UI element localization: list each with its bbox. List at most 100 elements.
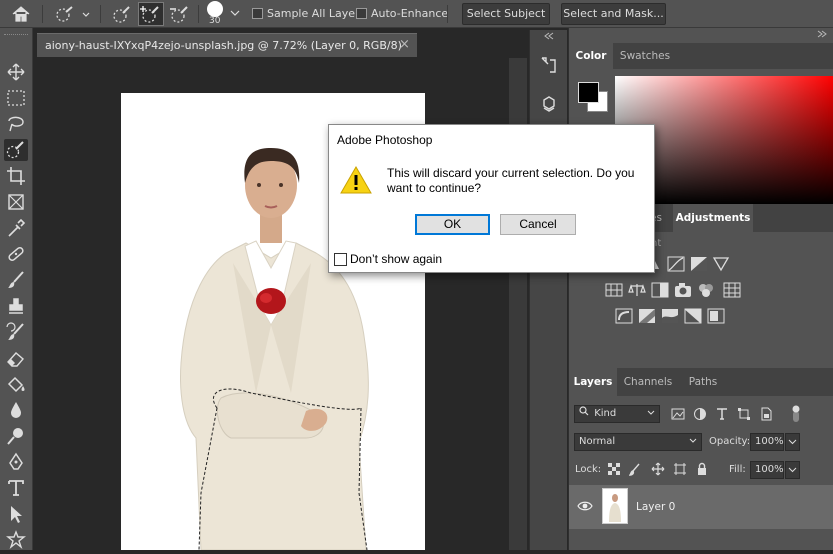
dialog-title: Adobe Photoshop xyxy=(337,133,433,147)
pen-tool-icon[interactable] xyxy=(4,451,28,473)
hue-saturation-icon[interactable] xyxy=(605,282,623,298)
lock-image-pixels-icon[interactable] xyxy=(628,462,643,476)
opacity-field[interactable]: 100% xyxy=(750,433,784,451)
gradient-triangle-icon[interactable] xyxy=(712,256,730,272)
options-bar: 30 Sample All Layers Auto-Enhance Select… xyxy=(0,0,833,28)
ok-button[interactable]: OK xyxy=(415,214,490,235)
brush-size-swatch[interactable] xyxy=(207,1,223,17)
lock-artboards-icon[interactable] xyxy=(673,462,687,476)
fill-value: 100% xyxy=(755,464,784,475)
select-and-mask-button[interactable]: Select and Mask... xyxy=(561,3,666,25)
frame-tool-icon[interactable] xyxy=(4,191,28,213)
tab-adjustments[interactable]: Adjustments xyxy=(673,204,753,232)
layer-name[interactable]: Layer 0 xyxy=(636,501,675,513)
filter-adjustment-layers-icon[interactable] xyxy=(693,407,707,421)
threshold-icon[interactable] xyxy=(661,308,679,324)
history-panel-icon[interactable] xyxy=(538,54,560,76)
add-to-selection-icon[interactable] xyxy=(138,2,164,26)
panel-grip-icon xyxy=(4,34,28,38)
auto-enhance-checkbox[interactable] xyxy=(356,8,367,19)
layer-thumbnail xyxy=(602,488,628,524)
cancel-button[interactable]: Cancel xyxy=(500,214,576,235)
color-lookup-icon[interactable] xyxy=(723,282,741,298)
crop-tool-icon[interactable] xyxy=(4,165,28,187)
fill-field[interactable]: 100% xyxy=(750,461,784,479)
visibility-eye-icon[interactable] xyxy=(577,499,593,513)
custom-shape-tool-icon[interactable] xyxy=(4,529,28,551)
brush-options-chevron-icon[interactable] xyxy=(229,8,241,18)
document-tab[interactable]: aiony-haust-IXYxqP4zejo-unsplash.jpg @ 7… xyxy=(37,33,417,57)
select-subject-button[interactable]: Select Subject xyxy=(462,3,550,25)
tab-channels[interactable]: Channels xyxy=(619,368,677,396)
properties-panel-icon[interactable] xyxy=(538,94,560,116)
clone-stamp-tool-icon[interactable] xyxy=(4,295,28,317)
eraser-tool-icon[interactable] xyxy=(4,347,28,369)
close-tab-icon[interactable]: × xyxy=(399,37,410,52)
opacity-value: 100% xyxy=(755,436,784,447)
sample-all-layers-checkbox[interactable] xyxy=(252,8,263,19)
filter-toggle-icon[interactable] xyxy=(791,405,801,423)
eyedropper-tool-icon[interactable] xyxy=(4,217,28,239)
fill-label: Fill: xyxy=(729,464,746,475)
dodge-tool-icon[interactable] xyxy=(4,425,28,447)
tab-swatches[interactable]: Swatches xyxy=(613,43,677,69)
fill-dropdown-icon[interactable] xyxy=(785,461,800,479)
tab-layers[interactable]: Layers xyxy=(569,368,617,396)
gradient-map-icon[interactable] xyxy=(684,308,702,324)
sample-all-layers-label: Sample All Layers xyxy=(267,7,366,20)
warning-icon xyxy=(340,165,372,195)
type-tool-icon[interactable] xyxy=(4,477,28,499)
history-brush-tool-icon[interactable] xyxy=(4,321,28,343)
dont-show-again-checkbox[interactable] xyxy=(334,253,347,266)
quick-selection-tool-icon[interactable] xyxy=(4,139,28,161)
search-icon xyxy=(579,406,591,422)
rectangular-marquee-tool-icon[interactable] xyxy=(4,87,28,109)
filter-shape-layers-icon[interactable] xyxy=(737,407,751,421)
lock-position-icon[interactable] xyxy=(651,462,665,476)
chevron-down-icon xyxy=(688,434,698,454)
collapsed-panels-strip xyxy=(529,30,567,550)
healing-brush-tool-icon[interactable] xyxy=(4,243,28,265)
new-selection-icon[interactable] xyxy=(111,4,133,24)
paint-bucket-tool-icon[interactable] xyxy=(4,373,28,395)
black-white-icon[interactable] xyxy=(651,282,669,298)
lock-transparent-pixels-icon[interactable] xyxy=(607,462,621,476)
move-tool-icon[interactable] xyxy=(4,61,28,83)
exposure-adjustment-icon[interactable] xyxy=(690,256,708,272)
posterize-icon[interactable] xyxy=(638,308,656,324)
layer-row[interactable]: Layer 0 xyxy=(569,485,833,529)
chevron-down-icon xyxy=(646,406,656,426)
kind-label: Kind xyxy=(594,408,617,419)
confirm-dialog: Adobe Photoshop This will discard your c… xyxy=(328,124,655,273)
foreground-color-swatch[interactable] xyxy=(578,82,599,103)
layer-filter-kind-select[interactable]: Kind xyxy=(574,405,660,423)
opacity-dropdown-icon[interactable] xyxy=(785,433,800,451)
brush-tool-icon[interactable] xyxy=(4,269,28,291)
filter-type-layers-icon[interactable] xyxy=(715,407,729,421)
expand-panels-icon[interactable] xyxy=(542,31,556,41)
tab-paths[interactable]: Paths xyxy=(679,368,727,396)
dialog-message: This will discard your current selection… xyxy=(387,166,635,195)
blend-mode-value: Normal xyxy=(579,436,616,447)
tab-color[interactable]: Color xyxy=(569,43,613,69)
color-balance-icon[interactable] xyxy=(628,282,646,298)
lock-label: Lock: xyxy=(575,464,602,475)
filter-pixel-layers-icon[interactable] xyxy=(671,407,685,421)
photo-filter-icon[interactable] xyxy=(674,282,692,298)
channel-mixer-icon[interactable] xyxy=(697,282,715,298)
subtract-from-selection-icon[interactable] xyxy=(169,4,191,24)
path-selection-tool-icon[interactable] xyxy=(4,503,28,525)
brush-size-value: 30 xyxy=(209,16,221,26)
home-icon[interactable] xyxy=(10,4,32,24)
invert-icon[interactable] xyxy=(615,308,633,324)
lock-all-icon[interactable] xyxy=(695,462,709,476)
selective-color-icon[interactable] xyxy=(707,308,725,324)
filter-smart-objects-icon[interactable] xyxy=(759,407,773,421)
lasso-tool-icon[interactable] xyxy=(4,113,28,135)
right-panel-dock: Color Swatches es Adjustments nt Layers … xyxy=(568,28,833,550)
curves-adjustment-icon[interactable] xyxy=(667,256,685,272)
tool-preset-picker-icon[interactable] xyxy=(52,4,92,24)
blur-tool-icon[interactable] xyxy=(4,399,28,421)
panel-dock-collapse-icon[interactable] xyxy=(815,29,829,39)
blend-mode-select[interactable]: Normal xyxy=(574,433,702,451)
